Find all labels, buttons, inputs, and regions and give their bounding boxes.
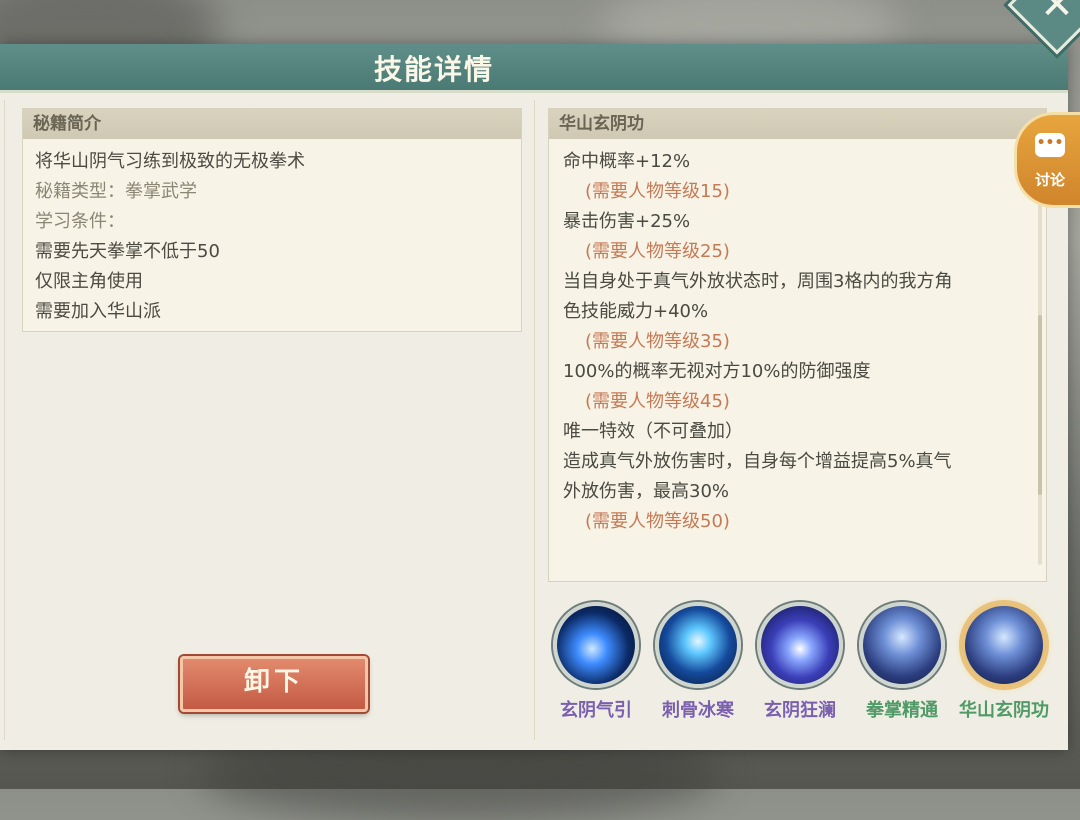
effect-line: 100%的概率无视对方10%的防御强度 [563, 361, 871, 382]
effect-line: 造成真气外放伤害时，自身每个增益提高5%真气 [563, 451, 952, 472]
skill-name: 玄阴狂澜 [764, 700, 836, 721]
skill-slot[interactable]: 拳掌精通 [850, 602, 954, 722]
skill-selector: 玄阴气引 刺骨冰寒 玄阴狂澜 拳掌精通 华山玄阴功 [544, 602, 1064, 732]
discussion-tab[interactable]: ••• 讨论 [1014, 112, 1080, 208]
intro-line: 需要加入华山派 [35, 301, 161, 322]
chat-icon: ••• [1035, 133, 1065, 157]
skill-effects-list: 内力上限+6000 命中概率+12% (需要人物等级15) 暴击伤害+25% (需要人物… [563, 139, 1032, 537]
effect-line: 命中概率+12% [563, 151, 691, 172]
ice-shards-icon [655, 602, 741, 688]
divider [534, 100, 535, 740]
effect-line: 外放伤害，最高30% [563, 481, 730, 502]
effect-line: 唯一特效（不可叠加） [563, 421, 743, 442]
close-icon: ✕ [1040, 0, 1074, 28]
unequip-button[interactable]: 卸下 [180, 656, 368, 712]
intro-line: 将华山阴气习练到极致的无极拳术 [35, 151, 305, 172]
effects-scroll-thumb[interactable] [1038, 315, 1042, 495]
effect-line: 当自身处于真气外放状态时，周围3格内的我方角 [563, 271, 953, 292]
intro-line: 仅限主角使用 [35, 271, 143, 292]
effect-line: 色技能威力+40% [563, 301, 709, 322]
skill-slot[interactable]: 玄阴气引 [544, 602, 648, 722]
figure-aura-icon [859, 602, 945, 688]
skill-name: 玄阴气引 [560, 700, 632, 721]
effects-scrollbar[interactable] [1038, 145, 1042, 565]
skill-slot[interactable]: 刺骨冰寒 [646, 602, 750, 722]
skill-slot[interactable]: 华山玄阴功 [952, 602, 1056, 722]
level-requirement: (需要人物等级15) [585, 181, 730, 202]
manual-intro-box: 秘籍简介 将华山阴气习练到极致的无极拳术 秘籍类型：拳掌武学 学习条件： 需要先天拳掌… [22, 108, 522, 332]
panel-header: 技能详情 [0, 44, 1068, 93]
blue-flame-orb-icon [553, 602, 639, 688]
intro-line: 学习条件： [35, 211, 125, 232]
skill-name: 拳掌精通 [866, 700, 938, 721]
manual-intro-body: 将华山阴气习练到极致的无极拳术 秘籍类型：拳掌武学 学习条件： 需要先天拳掌不低于50… [23, 139, 521, 335]
skill-effects-scroll[interactable]: 内力上限+6000 命中概率+12% (需要人物等级15) 暴击伤害+25% (需要人物… [549, 139, 1046, 579]
effect-line: 内力上限+6000 [563, 139, 1032, 147]
skill-effects-box[interactable]: 华山玄阴功 内力上限+6000 命中概率+12% (需要人物等级15) 暴击伤害+25… [548, 108, 1047, 582]
intro-line: 秘籍类型：拳掌武学 [35, 181, 197, 202]
level-requirement: (需要人物等级35) [585, 331, 730, 352]
skill-slot[interactable]: 玄阴狂澜 [748, 602, 852, 722]
level-requirement: (需要人物等级45) [585, 391, 730, 412]
skill-detail-panel: 技能详情 秘籍简介 将华山阴气习练到极致的无极拳术 秘籍类型：拳掌武学 学习条件： 需… [0, 44, 1068, 750]
vortex-icon [757, 602, 843, 688]
panel-title: 技能详情 [373, 53, 494, 86]
level-requirement: (需要人物等级25) [585, 241, 730, 262]
effect-line: 暴击伤害+25% [563, 211, 691, 232]
discussion-label: 讨论 [1035, 171, 1066, 189]
level-requirement: (需要人物等级50) [585, 511, 730, 532]
figure-aura-icon [961, 602, 1047, 688]
skill-name: 刺骨冰寒 [662, 700, 734, 721]
skill-name: 华山玄阴功 [959, 700, 1049, 721]
manual-intro-heading: 秘籍简介 [23, 109, 521, 139]
intro-line: 需要先天拳掌不低于50 [35, 241, 220, 262]
skill-effects-heading: 华山玄阴功 [549, 109, 1046, 139]
divider [4, 100, 5, 740]
